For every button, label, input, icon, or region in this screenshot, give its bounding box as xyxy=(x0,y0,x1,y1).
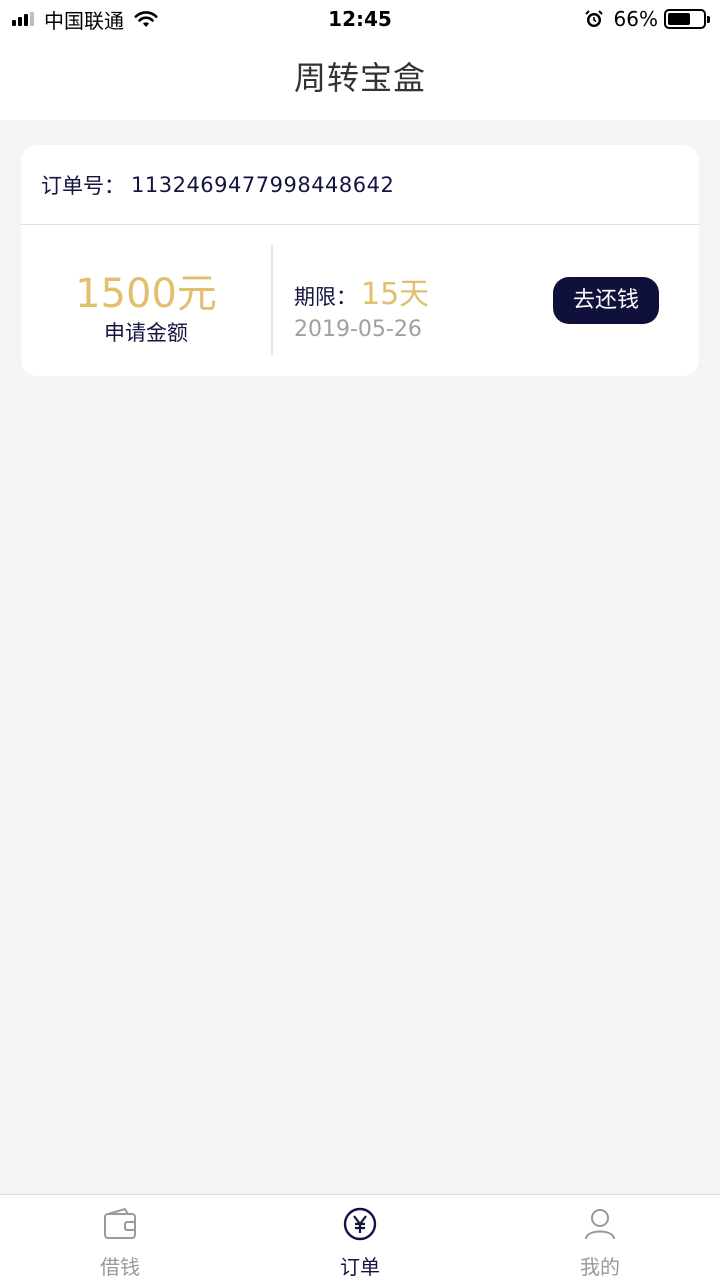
order-date: 2019-05-26 xyxy=(294,317,422,342)
order-card: 订单号： 1132469477998448642 1500元 申请金额 期限： … xyxy=(21,145,699,376)
status-left: 中国联通 xyxy=(12,0,158,38)
status-right: 66% xyxy=(584,0,710,38)
order-body: 1500元 申请金额 期限： 15天 2019-05-26 去还钱 xyxy=(21,225,699,375)
order-number-row: 订单号： 1132469477998448642 xyxy=(21,145,699,225)
tab-bar: 借钱 订单 我的 xyxy=(0,1194,720,1280)
signal-icon xyxy=(12,12,36,26)
battery-fill xyxy=(668,13,691,25)
amount-value: 1500元 xyxy=(75,271,217,317)
tab-orders[interactable]: 订单 xyxy=(240,1195,480,1280)
status-bar: 中国联通 12:45 66% xyxy=(0,0,720,38)
alarm-icon xyxy=(584,10,603,27)
repay-button[interactable]: 去还钱 xyxy=(553,277,659,324)
app-header: 周转宝盒 xyxy=(0,38,720,120)
wifi-icon xyxy=(134,11,158,27)
wallet-icon xyxy=(104,1207,136,1239)
order-number-label: 订单号： xyxy=(41,173,125,198)
amount-label: 申请金额 xyxy=(104,321,188,345)
carrier-name: 中国联通 xyxy=(44,8,124,33)
vertical-divider xyxy=(271,245,273,355)
battery-percent: 66% xyxy=(613,7,658,31)
term-value: 15天 xyxy=(361,277,430,312)
term-label: 期限： xyxy=(294,285,357,309)
tab-borrow-label: 借钱 xyxy=(100,1255,140,1279)
amount-block: 1500元 申请金额 xyxy=(21,225,251,375)
term-row: 期限： 15天 xyxy=(294,269,429,313)
tab-mine[interactable]: 我的 xyxy=(480,1195,720,1280)
tab-orders-label: 订单 xyxy=(340,1255,380,1279)
page-title: 周转宝盒 xyxy=(293,59,426,97)
yuan-circle-icon xyxy=(343,1207,377,1241)
battery-icon xyxy=(664,9,710,29)
user-icon xyxy=(585,1209,615,1240)
tab-mine-label: 我的 xyxy=(580,1255,620,1279)
order-number-value: 1132469477998448642 xyxy=(131,172,395,197)
tab-borrow[interactable]: 借钱 xyxy=(0,1195,240,1280)
